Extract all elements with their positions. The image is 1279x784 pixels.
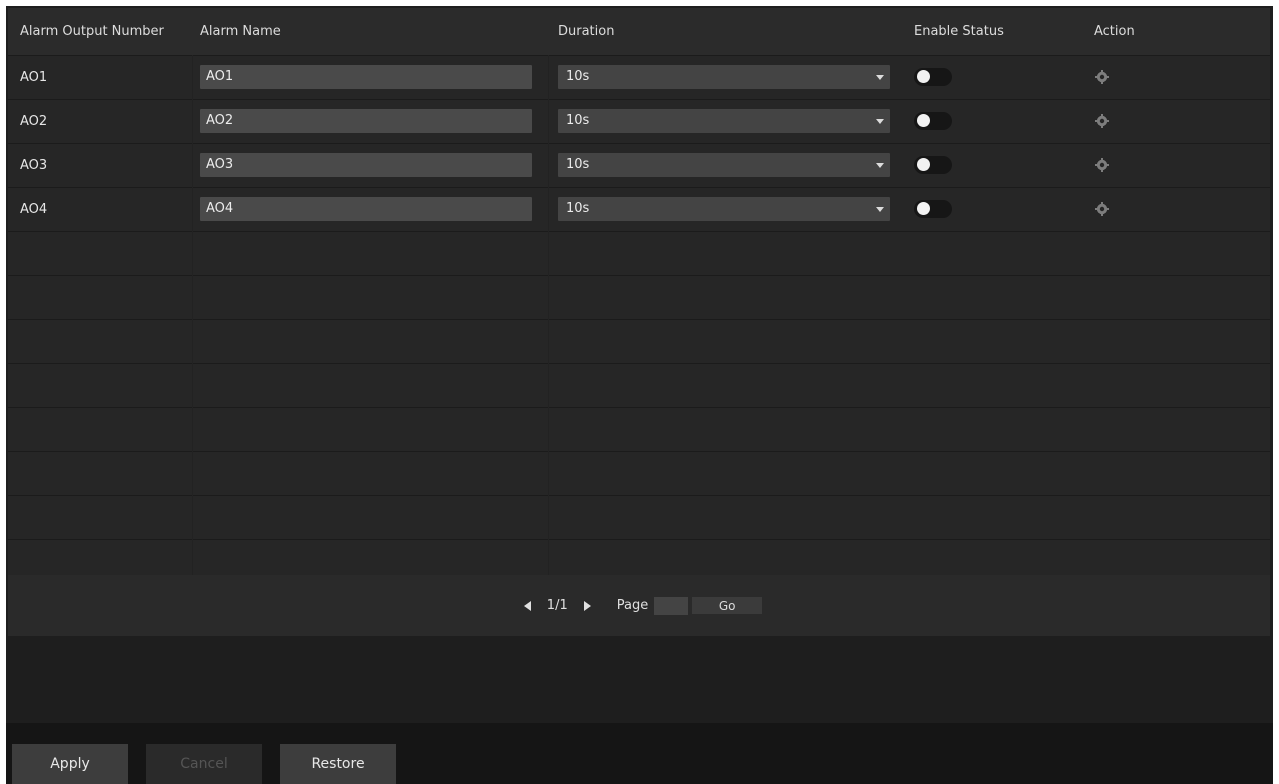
- cancel-button[interactable]: Cancel: [146, 744, 262, 784]
- alarm-name-input[interactable]: [200, 65, 532, 89]
- column-divider: [192, 55, 193, 583]
- apply-button[interactable]: Apply: [12, 744, 128, 784]
- duration-select[interactable]: 10s: [558, 197, 890, 221]
- header-action: Action: [1094, 24, 1135, 39]
- chevron-down-icon: [876, 163, 884, 168]
- chevron-down-icon: [876, 207, 884, 212]
- empty-row: [8, 275, 1270, 320]
- table-header: Alarm Output Number Alarm Name Duration …: [8, 8, 1270, 56]
- column-divider: [548, 55, 549, 583]
- empty-row: [8, 231, 1270, 276]
- page-label: Page: [616, 598, 649, 613]
- header-alarm-name: Alarm Name: [200, 24, 281, 39]
- enable-toggle[interactable]: [914, 68, 952, 86]
- gear-icon[interactable]: [1094, 157, 1110, 173]
- restore-button[interactable]: Restore: [280, 744, 396, 784]
- header-enable-status: Enable Status: [914, 24, 1004, 39]
- toggle-knob: [917, 70, 930, 83]
- footer-bar: Apply Cancel Restore: [6, 723, 1273, 784]
- empty-row: [8, 407, 1270, 452]
- pagination: 1/1 Page Go: [8, 575, 1270, 636]
- next-page-icon[interactable]: [583, 600, 591, 611]
- toggle-knob: [917, 158, 930, 171]
- duration-select[interactable]: 10s: [558, 65, 890, 89]
- empty-row: [8, 319, 1270, 364]
- page-number-input[interactable]: [654, 596, 689, 615]
- alarm-name-input[interactable]: [200, 109, 532, 133]
- alarm-output-number: AO1: [20, 69, 48, 85]
- toggle-knob: [917, 202, 930, 215]
- prev-page-icon[interactable]: [523, 600, 531, 611]
- enable-toggle[interactable]: [914, 112, 952, 130]
- page-indicator: 1/1: [546, 598, 568, 613]
- chevron-down-icon: [876, 75, 884, 80]
- empty-row: [8, 495, 1270, 540]
- empty-row: [8, 451, 1270, 496]
- duration-value: 10s: [566, 69, 590, 84]
- duration-select[interactable]: 10s: [558, 153, 890, 177]
- alarm-output-number: AO3: [20, 157, 48, 173]
- duration-value: 10s: [566, 113, 590, 128]
- duration-value: 10s: [566, 157, 590, 172]
- duration-value: 10s: [566, 201, 590, 216]
- table-row: AO3 10s: [8, 143, 1270, 188]
- alarm-name-input[interactable]: [200, 197, 532, 221]
- alarm-output-table: Alarm Output Number Alarm Name Duration …: [8, 8, 1270, 636]
- gear-icon[interactable]: [1094, 113, 1110, 129]
- table-row: AO4 10s: [8, 187, 1270, 232]
- duration-select[interactable]: 10s: [558, 109, 890, 133]
- alarm-output-number: AO2: [20, 113, 48, 129]
- go-button[interactable]: Go: [692, 597, 763, 614]
- toggle-knob: [917, 114, 930, 127]
- table-row: AO1 10s: [8, 55, 1270, 100]
- header-duration: Duration: [558, 24, 615, 39]
- alarm-name-input[interactable]: [200, 153, 532, 177]
- empty-row: [8, 363, 1270, 408]
- gear-icon[interactable]: [1094, 69, 1110, 85]
- enable-toggle[interactable]: [914, 156, 952, 174]
- chevron-down-icon: [876, 119, 884, 124]
- alarm-output-number: AO4: [20, 201, 48, 217]
- enable-toggle[interactable]: [914, 200, 952, 218]
- header-alarm-output-number: Alarm Output Number: [20, 24, 164, 39]
- table-row: AO2 10s: [8, 99, 1270, 144]
- gear-icon[interactable]: [1094, 201, 1110, 217]
